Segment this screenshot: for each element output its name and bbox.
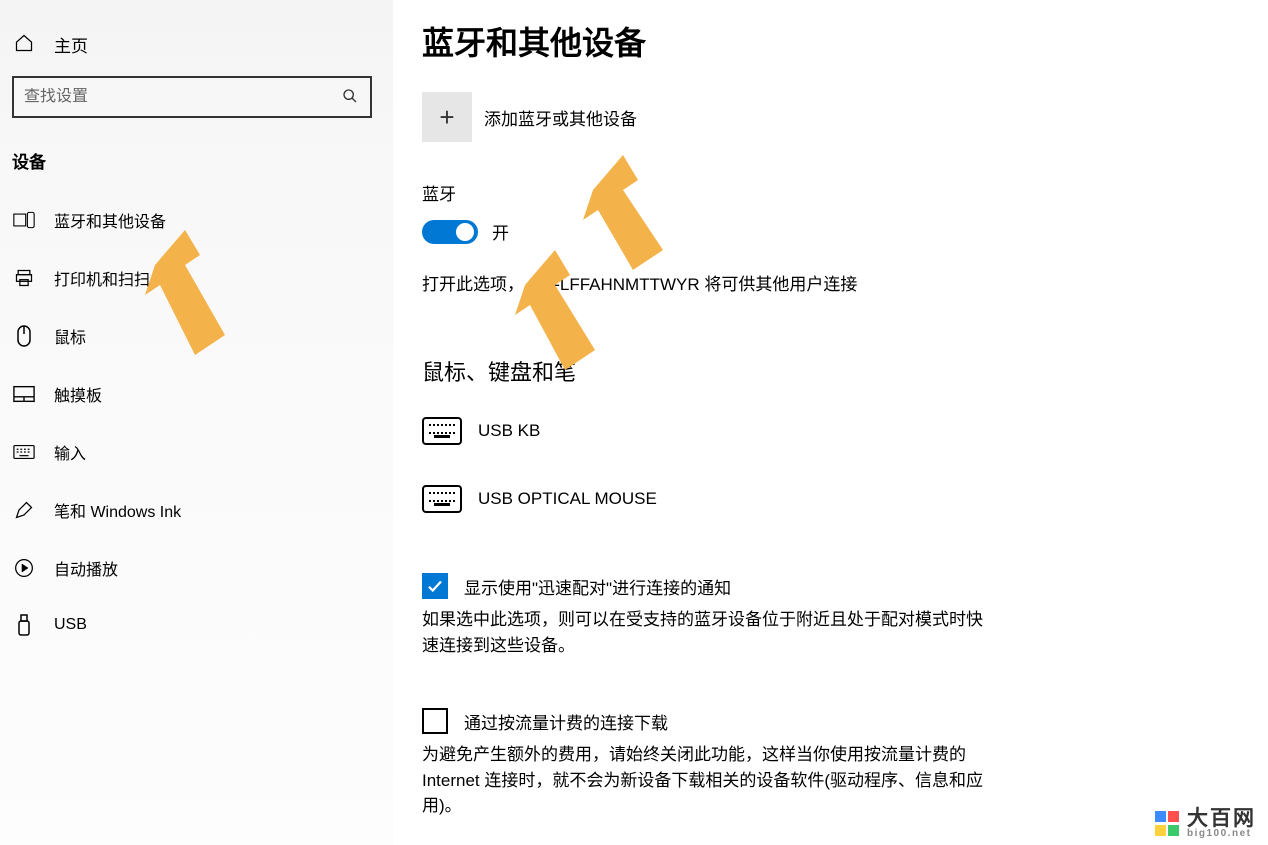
mouse-icon [12,325,36,347]
watermark-logo-icon [1155,811,1181,837]
watermark-name: 大百网 [1187,808,1256,829]
printer-icon [12,267,36,289]
nav-autoplay[interactable]: 自动播放 [0,539,393,597]
nav-usb[interactable]: USB [0,597,393,653]
device-item[interactable]: USB KB [422,407,1122,455]
touchpad-icon [12,383,36,405]
search-icon [340,88,360,107]
home-link[interactable]: 主页 [0,0,393,62]
section-mkp-heading: 鼠标、键盘和笔 [422,355,1268,387]
home-icon [12,33,36,56]
pen-icon [12,499,36,521]
devices-icon [12,209,36,231]
keyboard-icon [12,441,36,463]
nav-pen[interactable]: 笔和 Windows Ink [0,481,393,539]
nav-label: USB [54,616,87,634]
toggle-state-label: 开 [492,219,509,244]
nav-label: 鼠标 [54,324,86,348]
nav-label: 输入 [54,440,86,464]
watermark-url: big100.net [1187,829,1256,839]
nav-label: 触摸板 [54,382,102,406]
swift-pair-label: 显示使用"迅速配对"进行连接的通知 [464,574,731,599]
nav-typing[interactable]: 输入 [0,423,393,481]
device-name: USB KB [478,421,540,441]
add-device-label: 添加蓝牙或其他设备 [484,105,637,130]
home-label: 主页 [54,32,88,57]
swift-pair-checkbox[interactable] [422,573,448,599]
swift-pair-desc: 如果选中此选项，则可以在受支持的蓝牙设备位于附近且处于配对模式时快速连接到这些设… [422,607,997,658]
nav-label: 笔和 Windows Ink [54,498,181,522]
bluetooth-toggle[interactable] [422,220,478,244]
nav-label: 蓝牙和其他设备 [54,208,166,232]
metered-checkbox-row[interactable]: 通过按流量计费的连接下载 [422,708,1268,734]
add-device-button[interactable]: + 添加蓝牙或其他设备 [422,92,1268,142]
nav-touchpad[interactable]: 触摸板 [0,365,393,423]
device-item[interactable]: USB OPTICAL MOUSE [422,475,1122,523]
sidebar: 主页 设备 蓝牙和其他设备 打印机和扫扫 鼠标 触摸板 输入 [0,0,393,845]
metered-desc: 为避免产生额外的费用，请始终关闭此功能，这样当你使用按流量计费的 Interne… [422,742,997,819]
nav-bluetooth[interactable]: 蓝牙和其他设备 [0,191,393,249]
search-box[interactable] [12,76,372,118]
bluetooth-desc: 打开此选项， MS-LFFAHNMTTWYR 将可供其他用户连接 [422,270,1062,295]
main-panel: 蓝牙和其他设备 + 添加蓝牙或其他设备 蓝牙 开 打开此选项， MS-LFFAH… [393,0,1268,845]
keyboard-device-icon [422,417,462,445]
usb-icon [12,614,36,636]
toggle-knob [456,223,474,241]
device-name: USB OPTICAL MOUSE [478,489,657,509]
plus-icon: + [422,92,472,142]
page-title: 蓝牙和其他设备 [422,18,1268,64]
metered-checkbox[interactable] [422,708,448,734]
metered-label: 通过按流量计费的连接下载 [464,709,668,734]
nav-printers[interactable]: 打印机和扫扫 [0,249,393,307]
autoplay-icon [12,557,36,579]
nav-mouse[interactable]: 鼠标 [0,307,393,365]
swift-pair-checkbox-row[interactable]: 显示使用"迅速配对"进行连接的通知 [422,573,1268,599]
nav-label: 打印机和扫扫 [54,266,150,290]
watermark: 大百网 big100.net [1155,808,1256,839]
nav-label: 自动播放 [54,556,118,580]
search-input[interactable] [24,88,340,106]
section-header: 设备 [12,148,393,173]
bluetooth-heading: 蓝牙 [422,180,1268,205]
keyboard-device-icon [422,485,462,513]
